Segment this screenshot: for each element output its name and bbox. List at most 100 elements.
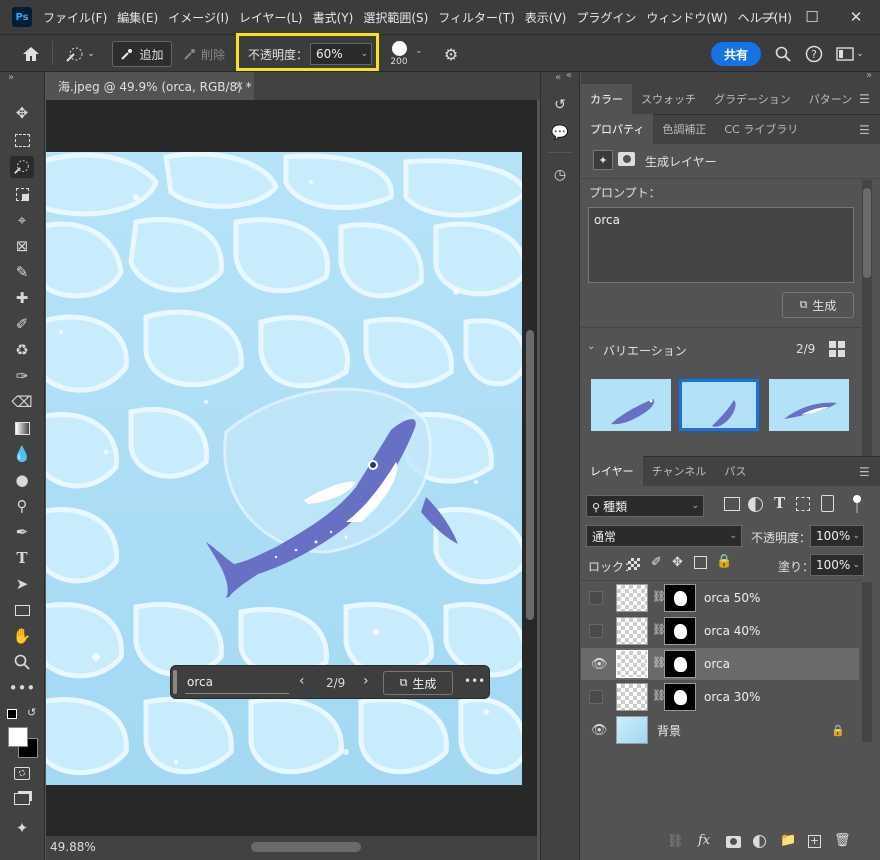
lock-position-icon[interactable]: ✥ <box>672 555 683 570</box>
gradient-tool-icon[interactable] <box>10 417 34 439</box>
share-button[interactable]: 共有 <box>711 42 761 66</box>
panel-menu-icon[interactable]: ☰ <box>859 92 870 106</box>
tab-layers[interactable]: レイヤー <box>581 456 643 486</box>
next-variation-icon[interactable]: › <box>363 673 369 689</box>
new-layer-icon[interactable]: + <box>808 835 821 848</box>
visibility-toggle[interactable] <box>589 591 603 605</box>
collapse-arrows-icon[interactable]: » <box>8 72 14 83</box>
menu-filter[interactable]: フィルター(T) <box>433 9 519 26</box>
variation-thumbnail[interactable] <box>591 379 671 431</box>
menu-image[interactable]: イメージ(I) <box>163 9 234 26</box>
quick-mask-icon[interactable] <box>10 762 34 784</box>
settings-gear-icon[interactable]: ⚙ <box>440 43 462 65</box>
visibility-toggle[interactable] <box>589 690 603 704</box>
move-tool-icon[interactable]: ✥ <box>10 102 34 124</box>
tab-paths[interactable]: パス <box>715 456 755 486</box>
layer-row[interactable]: ⛓ orca 50% <box>581 582 859 614</box>
stamp-tool-icon[interactable]: ♻ <box>10 339 34 361</box>
layer-mask-thumbnail[interactable] <box>664 683 696 711</box>
menu-window[interactable]: ウィンドウ(W) <box>641 9 732 26</box>
history-states-icon[interactable]: ↺ <box>549 94 571 116</box>
default-colors-icon[interactable] <box>7 709 17 719</box>
history-icon[interactable]: ◷ <box>549 164 571 186</box>
drag-handle[interactable] <box>173 670 177 694</box>
rectangle-tool-icon[interactable] <box>10 599 34 621</box>
layer-opacity-field[interactable]: 100% ⌄ <box>810 525 864 547</box>
tab-patterns[interactable]: パターン <box>800 84 861 114</box>
healing-brush-tool-icon[interactable]: ✚ <box>10 287 34 309</box>
menu-type[interactable]: 書式(Y) <box>308 9 359 26</box>
crop-tool-icon[interactable]: ⌖ <box>10 209 34 231</box>
workspace-icon[interactable]: ⌄ <box>832 43 868 65</box>
marquee-tool-icon[interactable] <box>10 129 34 151</box>
tab-properties[interactable]: プロパティ <box>581 114 654 144</box>
object-select-tool-icon[interactable] <box>10 183 34 205</box>
tab-cc-libraries[interactable]: CC ライブラリ <box>715 114 807 144</box>
prompt-input[interactable]: orca <box>185 672 289 694</box>
tab-channels[interactable]: チャンネル <box>643 456 716 486</box>
blend-mode-dropdown[interactable]: 通常 ⌄ <box>586 525 742 547</box>
tab-color[interactable]: カラー <box>581 84 632 114</box>
variation-thumbnail-selected[interactable] <box>679 379 759 431</box>
delete-button[interactable]: 削除 <box>178 41 230 67</box>
expand-arrows-icon[interactable]: » <box>866 70 872 81</box>
eye-icon[interactable]: 👁 <box>591 657 608 672</box>
layer-row[interactable]: 👁 背景 🔒 <box>581 714 859 746</box>
layer-mask-thumbnail[interactable] <box>664 617 696 645</box>
menu-layer[interactable]: レイヤー(L) <box>234 9 308 26</box>
tab-adjustments[interactable]: 色調補正 <box>653 114 715 144</box>
layer-row[interactable]: ⛓ orca 40% <box>581 615 859 647</box>
close-tab-icon[interactable]: ✕ <box>234 79 244 93</box>
tab-swatches[interactable]: スウォッチ <box>632 84 705 114</box>
lock-pixels-icon[interactable]: ✐ <box>651 555 662 570</box>
chevron-down-icon[interactable]: ⌄ <box>415 46 423 56</box>
chevron-down-icon[interactable]: ⌄ <box>587 341 595 352</box>
frame-tool-icon[interactable]: ⊠ <box>10 235 34 257</box>
home-icon[interactable] <box>18 43 44 65</box>
screen-mode-icon[interactable] <box>10 788 34 810</box>
filter-toggle[interactable] <box>853 495 861 513</box>
search-icon[interactable] <box>772 43 794 65</box>
menu-view[interactable]: 表示(V) <box>520 9 572 26</box>
brush-tool-icon[interactable]: ✐ <box>10 313 34 335</box>
previous-variation-icon[interactable]: ‹ <box>299 673 305 689</box>
lasso-tool-icon[interactable] <box>10 156 34 178</box>
lock-artboard-icon[interactable] <box>694 556 707 569</box>
close-icon[interactable]: ✕ <box>834 0 878 34</box>
add-mask-icon[interactable] <box>726 836 741 848</box>
menu-select[interactable]: 選択範囲(S) <box>358 9 433 26</box>
prompt-textarea[interactable]: orca <box>588 207 854 283</box>
comments-icon[interactable]: 💬 <box>549 122 571 144</box>
dodge-tool-icon[interactable]: ● <box>10 469 34 491</box>
eraser-tool-icon[interactable]: ⌫ <box>10 391 34 413</box>
menu-edit[interactable]: 編集(E) <box>112 9 163 26</box>
collapse-arrows-icon[interactable]: « <box>555 72 561 83</box>
fx-icon[interactable]: fx <box>698 833 710 848</box>
brush-size-picker[interactable]: 200 <box>388 39 410 69</box>
trash-icon[interactable]: 🗑 <box>834 833 851 848</box>
layers-scrollbar[interactable] <box>862 582 872 742</box>
layer-row[interactable]: ⛓ orca 30% <box>581 681 859 713</box>
grid-view-icon[interactable] <box>829 341 845 357</box>
minimize-icon[interactable]: — <box>746 0 790 34</box>
eyedropper-tool-icon[interactable]: ✎ <box>10 261 34 283</box>
layer-mask-thumbnail[interactable] <box>664 584 696 612</box>
layer-mask-thumbnail[interactable] <box>664 650 696 678</box>
more-options-icon[interactable]: ••• <box>464 674 485 688</box>
filter-pixel-icon[interactable] <box>724 497 740 511</box>
generative-fill-tool-icon[interactable]: ⌄ <box>62 43 98 65</box>
layer-filter-dropdown[interactable]: ⚲ 種類 ⌄ <box>586 495 704 517</box>
horizontal-scrollbar[interactable] <box>251 842 361 852</box>
foreground-color-swatch[interactable] <box>8 727 28 747</box>
maximize-icon[interactable]: ☐ <box>790 0 834 34</box>
new-group-icon[interactable]: 📁 <box>780 833 796 848</box>
filter-smart-object-icon[interactable] <box>821 495 834 512</box>
generate-button[interactable]: ⧉ 生成 <box>383 671 453 695</box>
generative-sparkle-icon[interactable]: ✦ <box>10 817 34 839</box>
more-tools-icon[interactable]: ••• <box>9 677 36 699</box>
lock-all-icon[interactable]: 🔒 <box>716 554 732 569</box>
link-layers-icon[interactable]: ⛓ <box>667 834 684 849</box>
visibility-toggle[interactable] <box>589 624 603 638</box>
pen-tool-icon[interactable]: ✒ <box>10 521 34 543</box>
tab-gradients[interactable]: グラデーション <box>705 84 800 114</box>
